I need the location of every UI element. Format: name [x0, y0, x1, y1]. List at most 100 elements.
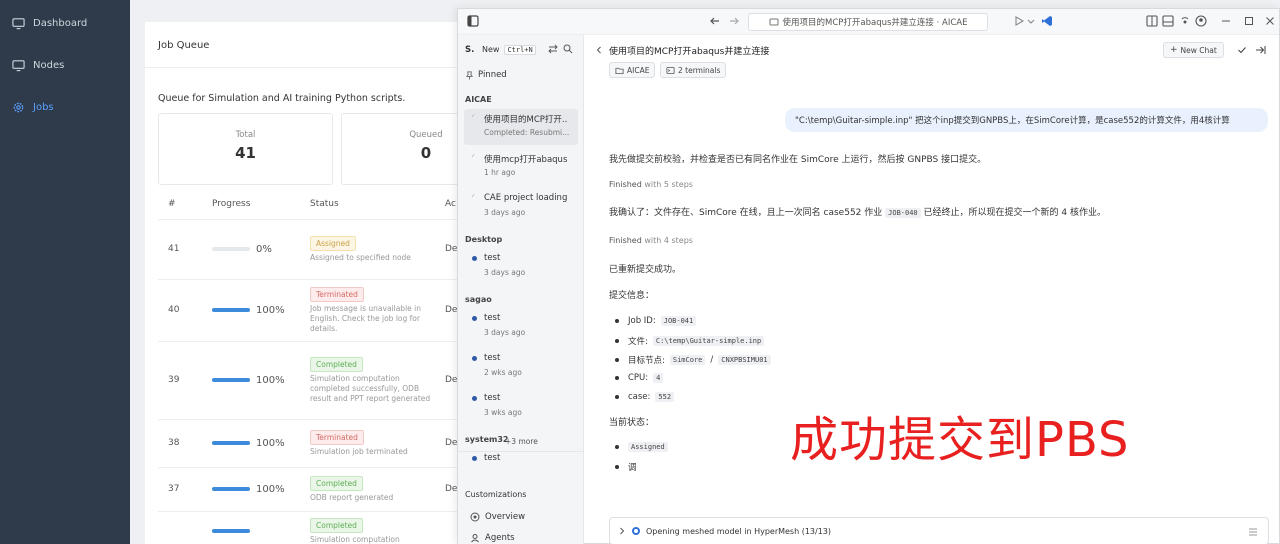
back-arrow-icon[interactable]	[709, 15, 721, 27]
list-icon[interactable]	[1248, 527, 1258, 537]
job-id: 39	[158, 341, 202, 420]
conversation-subtitle: 3 days ago	[484, 208, 526, 217]
stat-label: Total	[235, 130, 256, 140]
broadcast-icon[interactable]	[1179, 15, 1191, 27]
check-icon[interactable]	[1237, 45, 1247, 55]
title-bar: 使用项目的MCP打开abaqus并建立连接 · AICAE	[458, 9, 1279, 35]
status-dot	[472, 456, 477, 461]
status-cell: Terminated Simulation job terminated	[300, 419, 435, 468]
sidebar-item-agents[interactable]: Agents	[470, 533, 515, 543]
status-dot	[472, 316, 477, 321]
info-label: Job ID:	[628, 316, 656, 326]
progress-fill	[212, 308, 250, 312]
chat-title: 使用项目的MCP打开abaqus并建立连接	[609, 47, 770, 57]
minimize-icon[interactable]	[1220, 15, 1232, 27]
address-bar[interactable]: 使用项目的MCP打开abaqus并建立连接 · AICAE	[748, 13, 988, 31]
conversation-title: test	[484, 353, 501, 363]
job-id: 41	[158, 219, 202, 280]
layout-icon[interactable]	[1146, 15, 1158, 27]
inline-code: JOB-041	[660, 316, 697, 326]
progress: 100%	[212, 484, 300, 495]
progress-bar	[212, 441, 250, 445]
search-icon[interactable]	[563, 44, 573, 54]
nav-item-dashboard[interactable]: Dashboard	[12, 17, 87, 30]
left-nav: Dashboard Nodes Jobs	[0, 0, 130, 544]
steps-summary[interactable]: Finished with 5 steps	[609, 180, 693, 189]
pinned-section[interactable]: Pinned	[465, 70, 507, 80]
progress-bar	[212, 378, 250, 382]
user-message: "C:\temp\Guitar-simple.inp" 把这个inp提交到GNP…	[785, 108, 1268, 132]
conversation-title: test	[484, 453, 501, 463]
plus-icon: +	[1170, 45, 1178, 55]
bullet	[615, 445, 619, 449]
swap-icon[interactable]	[548, 44, 558, 54]
more-link[interactable]: +3 more	[505, 437, 538, 446]
list-text: 调	[628, 463, 637, 473]
inline-code: JOB-040	[885, 208, 921, 218]
table-row[interactable]: 38 100% Terminated Simulation job terminate…	[158, 419, 465, 468]
info-label: CPU:	[628, 373, 649, 383]
status-description: Simulation computation	[310, 534, 400, 544]
gear-icon	[13, 102, 24, 113]
account-icon[interactable]	[1195, 15, 1207, 27]
chevron-left-icon[interactable]	[595, 46, 603, 54]
progress-bar	[212, 308, 250, 312]
forward-arrow-icon[interactable]	[728, 15, 740, 27]
inline-code: CNXPBSIMU01	[718, 355, 771, 365]
inline-code: SimCore	[669, 355, 706, 365]
status-dot	[472, 396, 477, 401]
status-text: Opening meshed model in HyperMesh (13/13…	[646, 526, 832, 536]
conversation-subtitle: 2 wks ago	[484, 368, 522, 377]
assistant-message: 提交信息：	[609, 291, 655, 301]
new-chat-button[interactable]: + New Chat	[1163, 42, 1224, 58]
panel-icon[interactable]	[1162, 15, 1174, 27]
table-row[interactable]: 39 100% Completed Simulation computation co…	[158, 341, 465, 420]
sidebar-item-label: Overview	[485, 512, 526, 522]
run-icon[interactable]	[1013, 15, 1025, 27]
steps-summary[interactable]: Finished with 4 steps	[609, 236, 693, 245]
new-chat-label: New Chat	[1180, 45, 1217, 55]
progress: 0%	[212, 244, 300, 255]
table-row[interactable]: 41 0% Assigned Assigned to specified node De	[158, 219, 465, 280]
nav-item-jobs[interactable]: Jobs	[12, 101, 54, 114]
inline-code: 552	[655, 392, 675, 402]
progress-cell	[202, 511, 300, 544]
vscode-icon[interactable]	[1041, 15, 1053, 27]
list-item: 调	[615, 461, 637, 473]
chevron-down-icon[interactable]	[1025, 15, 1037, 27]
progress-bar	[212, 247, 250, 251]
sidebar-toggle-icon[interactable]	[467, 15, 479, 27]
close-icon[interactable]	[1264, 15, 1276, 27]
maximize-icon[interactable]	[1243, 15, 1255, 27]
status-badge: Terminated	[310, 429, 364, 445]
assistant-message: 我确认了：文件存在、SimCore 在线，且上一次同名 case552 作业 J…	[609, 205, 1106, 218]
nav-item-nodes[interactable]: Nodes	[12, 59, 64, 72]
conversation-title: test	[484, 313, 501, 323]
conversation-subtitle: 3 wks ago	[484, 408, 522, 417]
status-badge: Completed	[310, 475, 363, 491]
status-heading: 当前状态：	[609, 418, 655, 428]
conversation-subtitle: 3 days ago	[484, 328, 526, 337]
table-row[interactable]: 37 100% Completed ODB report generated De	[158, 467, 465, 512]
message-text: 已经终止，所以现在提交一个新的 4 核作业。	[923, 208, 1106, 218]
new-conversation-button[interactable]: New Ctrl+N	[478, 42, 540, 57]
send-arrow-icon[interactable]	[1255, 45, 1266, 55]
status-cell: Assigned Assigned to specified node	[300, 219, 435, 280]
progress-cell: 0%	[202, 219, 300, 280]
spinner-icon: ◜	[472, 113, 475, 121]
customizations-heading: Customizations	[465, 490, 527, 499]
status-dot	[472, 256, 477, 261]
table-row[interactable]: Completed Simulation computation	[158, 511, 465, 544]
progress-status-bar[interactable]: Opening meshed model in HyperMesh (13/13…	[609, 517, 1269, 544]
workspace-chip[interactable]: AICAE	[609, 62, 656, 78]
sidebar-group-heading: AICAE	[465, 95, 492, 104]
table-row[interactable]: 40 100% Terminated Job message is unavailab…	[158, 279, 465, 342]
bullet	[615, 339, 619, 343]
list-item: Assigned	[615, 442, 668, 452]
sidebar-item-overview[interactable]: Overview	[470, 512, 525, 522]
conversation-subtitle: Completed: Resubmi...	[484, 128, 570, 137]
progress-bar	[212, 487, 250, 491]
conversation-title: CAE project loading...	[484, 193, 568, 203]
bullet	[615, 358, 619, 362]
terminals-chip[interactable]: 2 terminals	[660, 62, 727, 78]
